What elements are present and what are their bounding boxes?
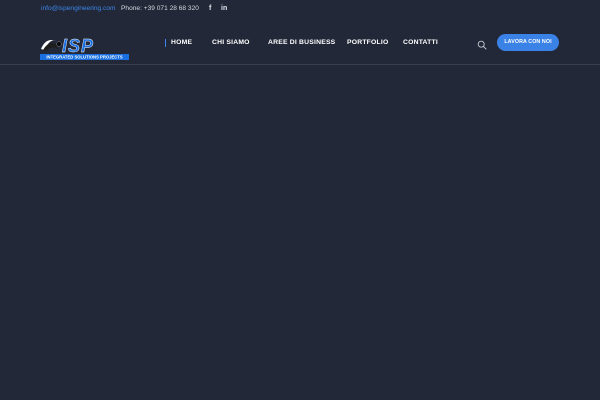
hero-section [0,65,600,400]
linkedin-icon[interactable]: in [221,5,227,13]
nav-chi-siamo[interactable]: CHI SIAMO [212,39,250,46]
top-bar: info@ispengineering.com Phone: +39 071 2… [0,0,600,22]
svg-text:INTEGRATED SOLUTIONS PROJECTS: INTEGRATED SOLUTIONS PROJECTS [46,55,122,60]
nav-contatti[interactable]: CONTATTI [403,39,438,46]
svg-text:ISP: ISP [62,36,94,56]
search-icon[interactable] [477,37,487,50]
logo-graphic: ISP INTEGRATED SOLUTIONS PROJECTS [40,36,129,60]
lavora-con-noi-button[interactable]: Lavora con noi [497,34,559,51]
nav-aree-di-business[interactable]: AREE DI BUSINESS [268,39,335,46]
site-logo[interactable]: ISP INTEGRATED SOLUTIONS PROJECTS [40,35,130,61]
nav-home[interactable]: HOME [164,39,192,47]
facebook-icon[interactable]: f [209,5,211,13]
nav-portfolio[interactable]: PORTFOLIO [347,39,388,46]
main-header: ISP INTEGRATED SOLUTIONS PROJECTS HOME C… [0,22,600,65]
contact-phone: Phone: +39 071 28 68 320 [121,5,199,12]
contact-email-link[interactable]: info@ispengineering.com [41,5,116,12]
